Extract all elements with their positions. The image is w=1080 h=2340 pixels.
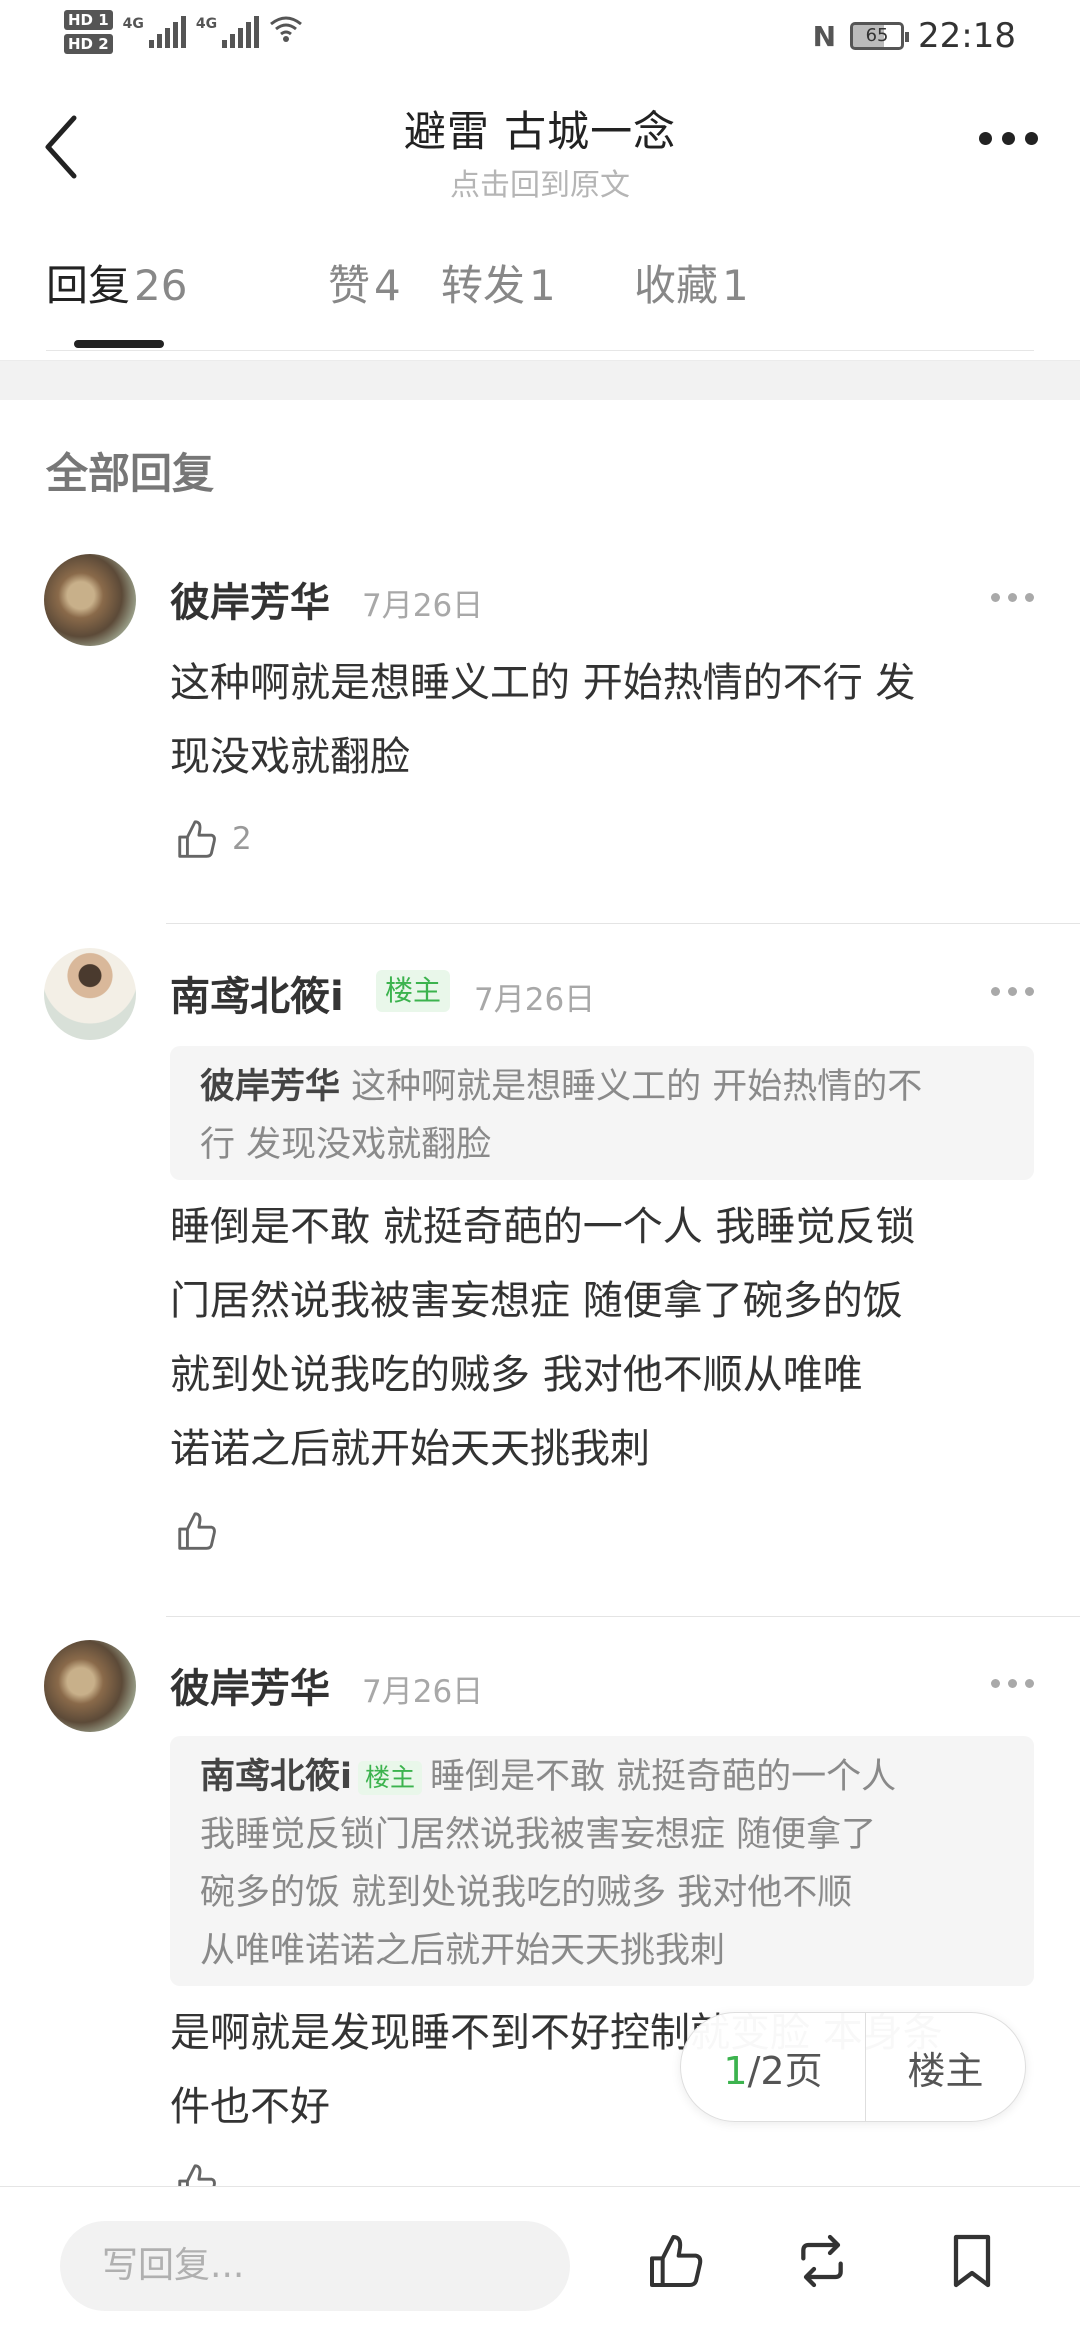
like-post-button[interactable] [644,2229,708,2293]
signal-1-icon: 4G [123,16,186,48]
tab-divider [46,350,1034,351]
more-dot-icon [979,132,992,145]
more-dot-icon [1008,1679,1017,1688]
comment-date: 7月26日 [362,1674,484,1710]
quoted-username: 南鸢北筱i [200,1757,352,1797]
favorite-button[interactable] [940,2229,1004,2293]
thumbs-up-icon [178,820,216,858]
comment-username[interactable]: 南鸢北筱i [170,964,344,1022]
thumbs-up-icon [178,2164,216,2186]
nfc-icon: N [812,19,837,53]
tab-bar: 回复 26 赞4 转发 1 收藏 1 [46,252,844,313]
tab-favorites[interactable]: 收藏 1 [634,252,844,313]
tab-replies[interactable]: 回复 26 [46,252,282,313]
avatar[interactable] [44,1640,136,1732]
signal-2-icon: 4G [196,16,260,48]
comment-text: 睡倒是不敢 就挺奇葩的一个人 我睡觉反锁 门居然说我被害妄想症 随便拿了碗多的饭… [170,1204,916,1472]
more-dot-icon [1025,132,1038,145]
like-button[interactable] [174,1508,220,1554]
status-time: 22:18 [918,16,1016,56]
comment-more-button[interactable] [991,593,1034,602]
only-op-button[interactable]: 楼主 [866,2040,1025,2095]
quoted-reply[interactable]: 南鸢北筱i 楼主 睡倒是不敢 就挺奇葩的一个人 我睡觉反锁门居然说我被害妄想症 随便… [170,1736,1034,1986]
battery-icon: 65 [850,22,910,50]
hd-voice-1-indicator: HD 1 [64,10,113,30]
op-badge: 楼主 [358,1761,423,1795]
hd-voice-2-indicator: HD 2 [64,34,113,54]
comment-date: 7月26日 [474,982,596,1018]
avatar[interactable] [44,554,136,646]
more-dot-icon [1025,987,1034,996]
back-button[interactable] [40,112,84,182]
more-dot-icon [991,593,1000,602]
more-dot-icon [1002,132,1015,145]
more-dot-icon [1008,593,1017,602]
more-options-button[interactable] [979,132,1038,145]
comment-username[interactable]: 彼岸芳华 [170,570,330,628]
bookmark-icon [953,2234,991,2288]
quoted-reply[interactable]: 彼岸芳华 这种啊就是想睡义工的 开始热情的不 行 发现没戏就翻脸 [170,1046,1034,1180]
more-dot-icon [1025,593,1034,602]
like-button[interactable]: 2 [174,816,252,862]
more-dot-icon [991,987,1000,996]
bottom-action-bar: 写回复... [0,2186,1080,2340]
comment-text: 这种啊就是想睡义工的 开始热情的不行 发 现没戏就翻脸 [170,660,916,780]
quoted-username: 彼岸芳华 [200,1067,341,1107]
comment-divider [166,1616,1080,1617]
thumbs-up-icon [650,2235,703,2287]
active-tab-indicator [74,340,164,348]
like-button[interactable] [174,2160,220,2186]
more-dot-icon [1025,1679,1034,1688]
comment-username[interactable]: 彼岸芳华 [170,1656,330,1714]
comment-date: 7月26日 [362,588,484,624]
reply-input[interactable]: 写回复... [60,2221,570,2311]
back-to-original-link[interactable]: 点击回到原文 [340,160,740,204]
page-title: 避雷 古城一念 [403,107,677,156]
status-bar: HD 1 HD 2 4G 4G N 65 22:18 [0,0,1080,72]
avatar[interactable] [44,948,136,1040]
tab-reposts[interactable]: 转发 1 [441,252,651,313]
page-switcher: 1/2页 楼主 [680,2012,1026,2122]
comment-divider [166,923,1080,924]
page-indicator-button[interactable]: 1/2页 [681,2040,865,2095]
comment-more-button[interactable] [991,1679,1034,1688]
more-dot-icon [1008,987,1017,996]
section-separator [0,360,1080,400]
repost-button[interactable] [790,2229,854,2293]
chevron-left-icon [45,115,77,179]
thumbs-up-icon [178,1512,216,1550]
op-badge: 楼主 [376,970,451,1012]
more-dot-icon [991,1679,1000,1688]
like-count: 2 [232,821,252,857]
repost-icon [801,2234,843,2288]
section-title: 全部回复 [46,449,215,498]
comment-more-button[interactable] [991,987,1034,996]
wifi-icon [269,14,303,51]
